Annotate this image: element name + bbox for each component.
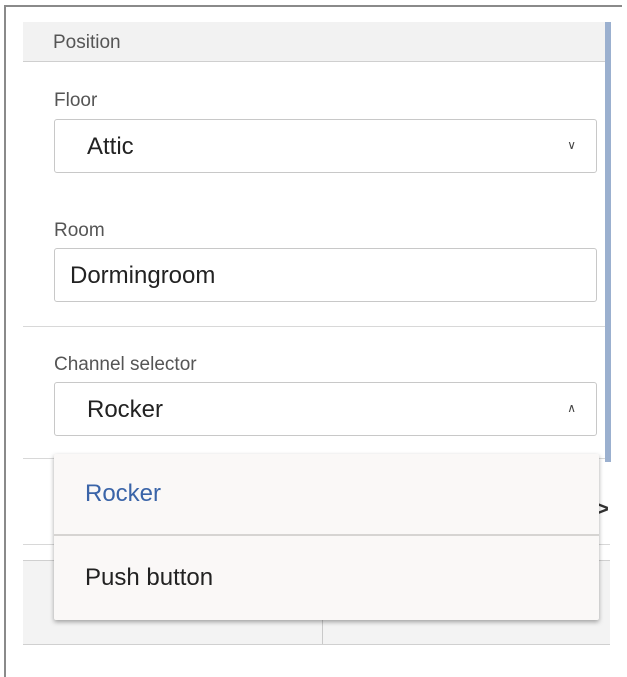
option-divider [54,534,599,536]
room-label: Room [54,220,105,241]
option-label: Rocker [85,480,162,507]
section-title: Position [53,32,121,53]
section-header: Position [23,22,606,62]
scrollbar[interactable] [605,22,611,462]
room-input[interactable]: Dormingroom [54,248,597,302]
channel-selector-dropdown: Rocker Push button [54,454,599,620]
room-value: Dormingroom [70,262,216,289]
dropdown-option-rocker[interactable]: Rocker [54,454,599,536]
floor-select[interactable]: Attic ∨ [54,119,597,173]
dropdown-option-push-button[interactable]: Push button [54,538,599,620]
channel-selector-value: Rocker [87,396,164,423]
channel-selector-select[interactable]: Rocker ∧ [54,382,597,436]
position-panel: Position Floor Attic ∨ Room Dormingroom … [23,22,610,677]
option-label: Push button [85,564,214,591]
floor-label: Floor [54,90,98,111]
channel-selector-label: Channel selector [54,354,197,375]
chevron-down-icon: ∨ [567,138,576,152]
chevron-up-icon: ∧ [567,401,576,415]
floor-value: Attic [87,133,134,160]
section-divider [23,326,610,327]
